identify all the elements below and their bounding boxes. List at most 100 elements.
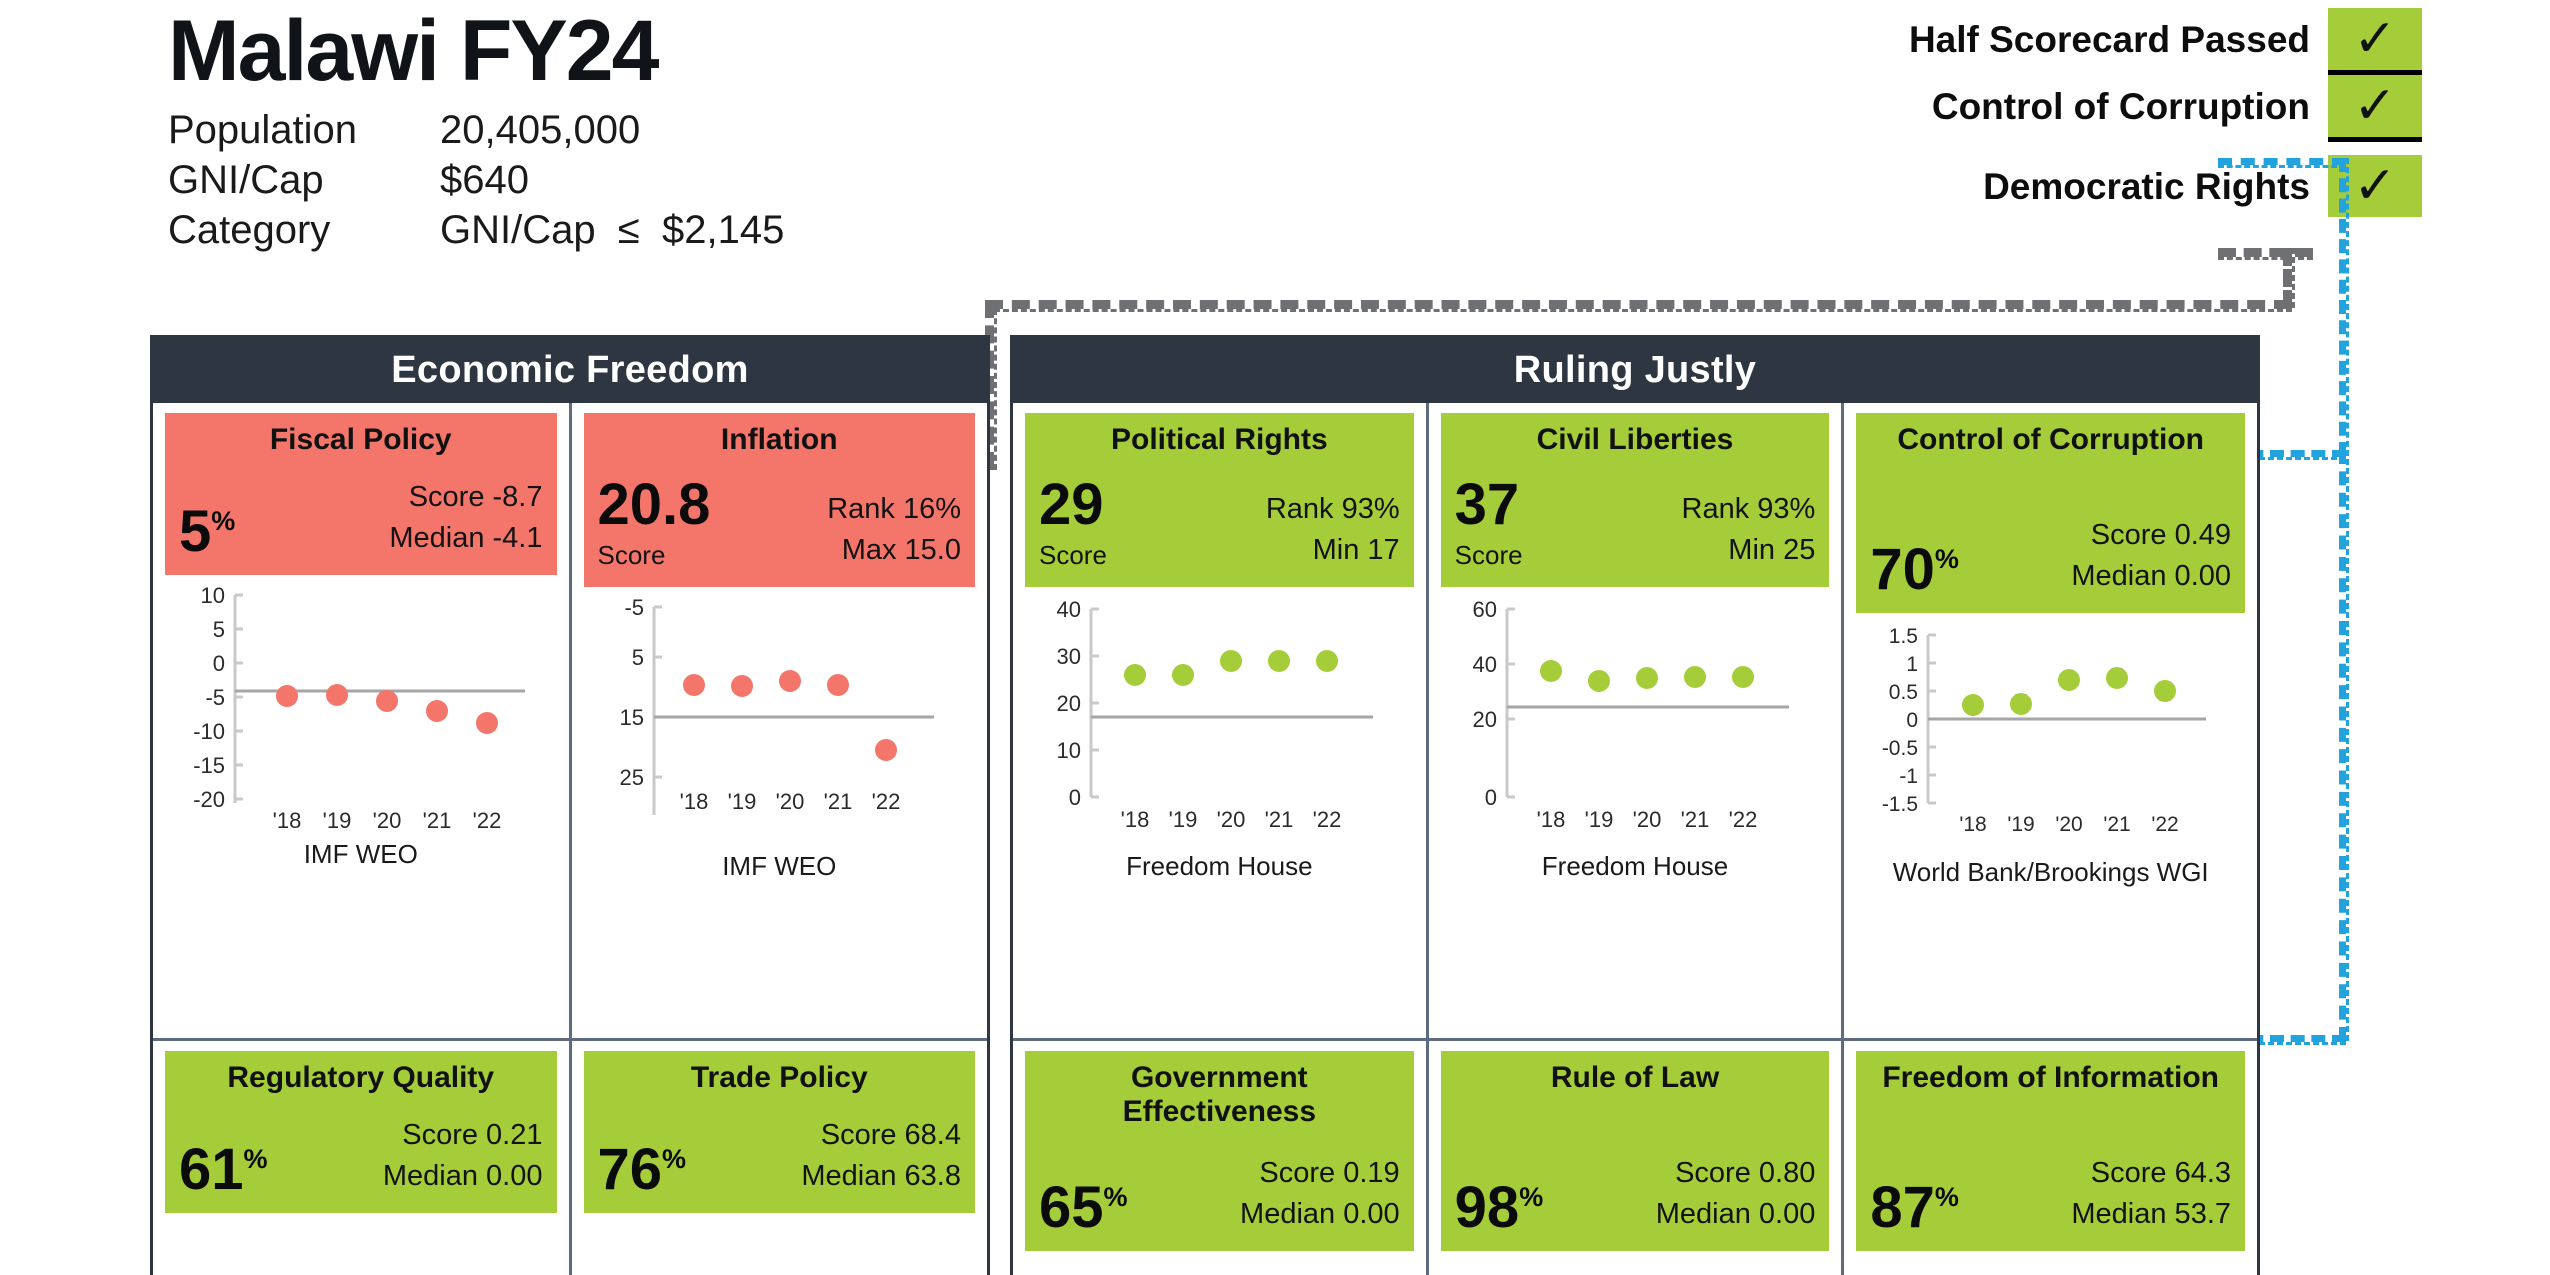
card-stats-political-rights: 29 Score Rank 93% Min 17 — [1039, 472, 1400, 571]
chart-points-political-rights — [1124, 650, 1338, 687]
card-bignum-value-freedom-of-information: 87 — [1870, 1175, 1935, 1241]
svg-text:10: 10 — [201, 585, 225, 608]
card-bignum-regulatory-quality: 61% — [179, 1137, 268, 1203]
chart-source-fiscal-policy: IMF WEO — [303, 839, 418, 870]
hurdle-gap — [2328, 142, 2422, 155]
svg-text:'18: '18 — [1536, 807, 1565, 832]
chart-yaxis-control-of-corruption: 1.5 1 0.5 0 -0.5 -1 -1.5 — [1882, 625, 1937, 816]
connector-blue-coc-v — [2339, 158, 2349, 456]
column-trade-policy: Trade Policy 76% Score 68.4 Median 63.8 — [572, 1041, 988, 1214]
card-stat2-rule-of-law: Median 0.00 — [1655, 1198, 1816, 1231]
column-regulatory-quality: Regulatory Quality 61% Score 0.21 Median… — [153, 1041, 572, 1214]
card-bignum-value-regulatory-quality: 61 — [179, 1137, 244, 1203]
card-bignum-wrap-fiscal-policy: 5% — [179, 499, 235, 565]
meta-value-population: 20,405,000 — [440, 108, 641, 152]
card-bignum-rule-of-law: 98% — [1455, 1179, 1544, 1237]
card-government-effectiveness[interactable]: Government Effectiveness 65% Score 0.19 … — [1025, 1051, 1414, 1252]
card-bignum-value-fiscal-policy: 5 — [179, 499, 212, 565]
card-inflation[interactable]: Inflation 20.8 Score Rank 16% Max 15.0 -… — [583, 413, 975, 882]
svg-text:'18: '18 — [273, 808, 302, 833]
chart-xlabels-political-rights: '18 '19 '20 '21 '22 — [1121, 807, 1342, 832]
chart-svg-political-rights: 40 30 20 10 0 '18 '19 '20 '21 '22 — [1057, 597, 1373, 832]
page-title: Malawi FY24 — [168, 3, 659, 99]
card-bignum-civil-liberties: 37 — [1454, 472, 1523, 537]
card-bignum-value-government-effectiveness: 65 — [1039, 1175, 1104, 1241]
svg-text:'18: '18 — [1121, 807, 1150, 832]
card-sidestats-civil-liberties: Rank 93% Min 25 — [1682, 489, 1816, 571]
card-title-civil-liberties: Civil Liberties — [1536, 423, 1734, 456]
svg-text:0: 0 — [213, 651, 225, 676]
svg-text:'19: '19 — [1169, 807, 1198, 832]
svg-text:-0.5: -0.5 — [1882, 737, 1918, 760]
card-civil-liberties[interactable]: Civil Liberties 37 Score Rank 93% Min 25 — [1440, 413, 1830, 882]
svg-text:'21: '21 — [823, 789, 852, 814]
card-political-rights[interactable]: Political Rights 29 Score Rank 93% Min 1… — [1025, 413, 1414, 882]
card-box-freedom-of-information: Freedom of Information 87% Score 64.3 Me… — [1856, 1051, 2246, 1252]
svg-text:'18: '18 — [1960, 813, 1987, 836]
column-freedom-of-information: Freedom of Information 87% Score 64.3 Me… — [1844, 1041, 2257, 1252]
card-bignum-wrap-trade-policy: 76% — [598, 1141, 687, 1199]
card-stat2-control-of-corruption: Median 0.00 — [2071, 560, 2232, 593]
svg-text:10: 10 — [1057, 738, 1081, 763]
card-sidestats-rule-of-law: Score 0.80 Median 0.00 — [1656, 1153, 1816, 1235]
svg-text:'19: '19 — [2008, 813, 2035, 836]
svg-text:'21: '21 — [1265, 807, 1294, 832]
chart-xlabels-fiscal-policy: '18 '19 '20 '21 '22 — [273, 808, 502, 833]
card-stats-freedom-of-information: 87% Score 64.3 Median 53.7 — [1870, 1153, 2231, 1241]
chart-svg-civil-liberties: 60 40 20 0 '18 '19 '20 '21 '22 — [1472, 597, 1789, 832]
card-bignum-suffix-trade-policy: % — [662, 1144, 687, 1175]
chart-points-civil-liberties — [1539, 660, 1754, 693]
card-box-inflation: Inflation 20.8 Score Rank 16% Max 15.0 — [583, 413, 975, 588]
meta-row-population: Population 20,405,000 — [168, 108, 784, 158]
svg-text:15: 15 — [619, 705, 643, 730]
card-stat1-government-effectiveness: Score 0.19 — [1259, 1157, 1400, 1189]
svg-text:'21: '21 — [2104, 813, 2131, 836]
card-box-government-effectiveness: Government Effectiveness 65% Score 0.19 … — [1025, 1051, 1414, 1252]
panel-economic-freedom: Economic Freedom Fiscal Policy 5% Score … — [150, 335, 990, 1275]
card-sidestats-inflation: Rank 16% Max 15.0 — [827, 489, 961, 571]
card-bignum-sub-inflation: Score — [597, 540, 666, 571]
card-bignum-inflation: 20.8 — [598, 475, 711, 533]
card-stats-regulatory-quality: 61% Score 0.21 Median 0.00 — [179, 1115, 543, 1203]
card-sidestats-freedom-of-information: Score 64.3 Median 53.7 — [2071, 1153, 2231, 1235]
chart-yaxis-fiscal-policy: 10 5 0 -5 -10 -15 -20 — [193, 585, 243, 812]
svg-text:5: 5 — [631, 645, 643, 670]
card-bignum-freedom-of-information: 87% — [1870, 1175, 1959, 1241]
svg-text:60: 60 — [1472, 597, 1496, 622]
card-trade-policy[interactable]: Trade Policy 76% Score 68.4 Median 63.8 — [583, 1051, 975, 1214]
svg-text:1.5: 1.5 — [1889, 625, 1918, 648]
card-title-control-of-corruption: Control of Corruption — [1897, 423, 2204, 456]
svg-text:'22: '22 — [871, 789, 900, 814]
card-regulatory-quality[interactable]: Regulatory Quality 61% Score 0.21 Median… — [165, 1051, 557, 1214]
card-stats-control-of-corruption: 70% Score 0.49 Median 0.00 — [1870, 515, 2232, 599]
card-control-of-corruption[interactable]: Control of Corruption 70% Score 0.49 Med… — [1856, 413, 2246, 888]
card-stat1-freedom-of-information: Score 64.3 — [2090, 1157, 2232, 1189]
card-bignum-political-rights: 29 — [1039, 472, 1107, 537]
card-bignum-sub-political-rights: Score — [1039, 540, 1107, 571]
connector-grey-dr-v1 — [2283, 248, 2295, 308]
card-stat1-regulatory-quality: Score 0.21 — [402, 1119, 543, 1151]
connector-grey-dr-h2 — [985, 300, 2292, 312]
card-bignum-value-civil-liberties: 37 — [1454, 472, 1520, 537]
card-bignum-wrap-freedom-of-information: 87% — [1870, 1175, 1959, 1241]
hurdle-label-control-of-corruption: Control of Corruption — [1931, 85, 2310, 127]
card-freedom-of-information[interactable]: Freedom of Information 87% Score 64.3 Me… — [1856, 1051, 2246, 1252]
country-meta-table: Population 20,405,000 GNI/Cap $640 Categ… — [168, 108, 784, 258]
card-stat1-rule-of-law: Score 0.80 — [1675, 1157, 1816, 1189]
card-bignum-value-political-rights: 29 — [1039, 472, 1104, 537]
card-bignum-wrap-control-of-corruption: 70% — [1870, 541, 1959, 599]
card-fiscal-policy[interactable]: Fiscal Policy 5% Score -8.7 Median -4.1 — [165, 413, 557, 870]
meta-label-gni-per-cap: GNI/Cap — [168, 158, 324, 202]
chart-political-rights: 40 30 20 10 0 '18 '19 '20 '21 '22 Freedo… — [1025, 587, 1414, 882]
card-bignum-wrap-rule-of-law: 98% — [1455, 1179, 1544, 1237]
meta-row-gni-per-cap: GNI/Cap $640 — [168, 158, 784, 208]
card-stats-fiscal-policy: 5% Score -8.7 Median -4.1 — [179, 477, 543, 565]
card-stat2-civil-liberties: Min 25 — [1728, 533, 1816, 566]
card-rule-of-law[interactable]: Rule of Law 98% Score 0.80 Median 0.00 — [1440, 1051, 1830, 1252]
svg-text:'20: '20 — [1217, 807, 1246, 832]
card-bignum-wrap-civil-liberties: 37 Score — [1454, 472, 1523, 571]
column-government-effectiveness: Government Effectiveness 65% Score 0.19 … — [1013, 1041, 1429, 1252]
card-stat1-inflation: Rank 16% — [827, 492, 961, 525]
card-title-regulatory-quality: Regulatory Quality — [227, 1061, 495, 1094]
card-stats-rule-of-law: 98% Score 0.80 Median 0.00 — [1455, 1153, 1816, 1237]
